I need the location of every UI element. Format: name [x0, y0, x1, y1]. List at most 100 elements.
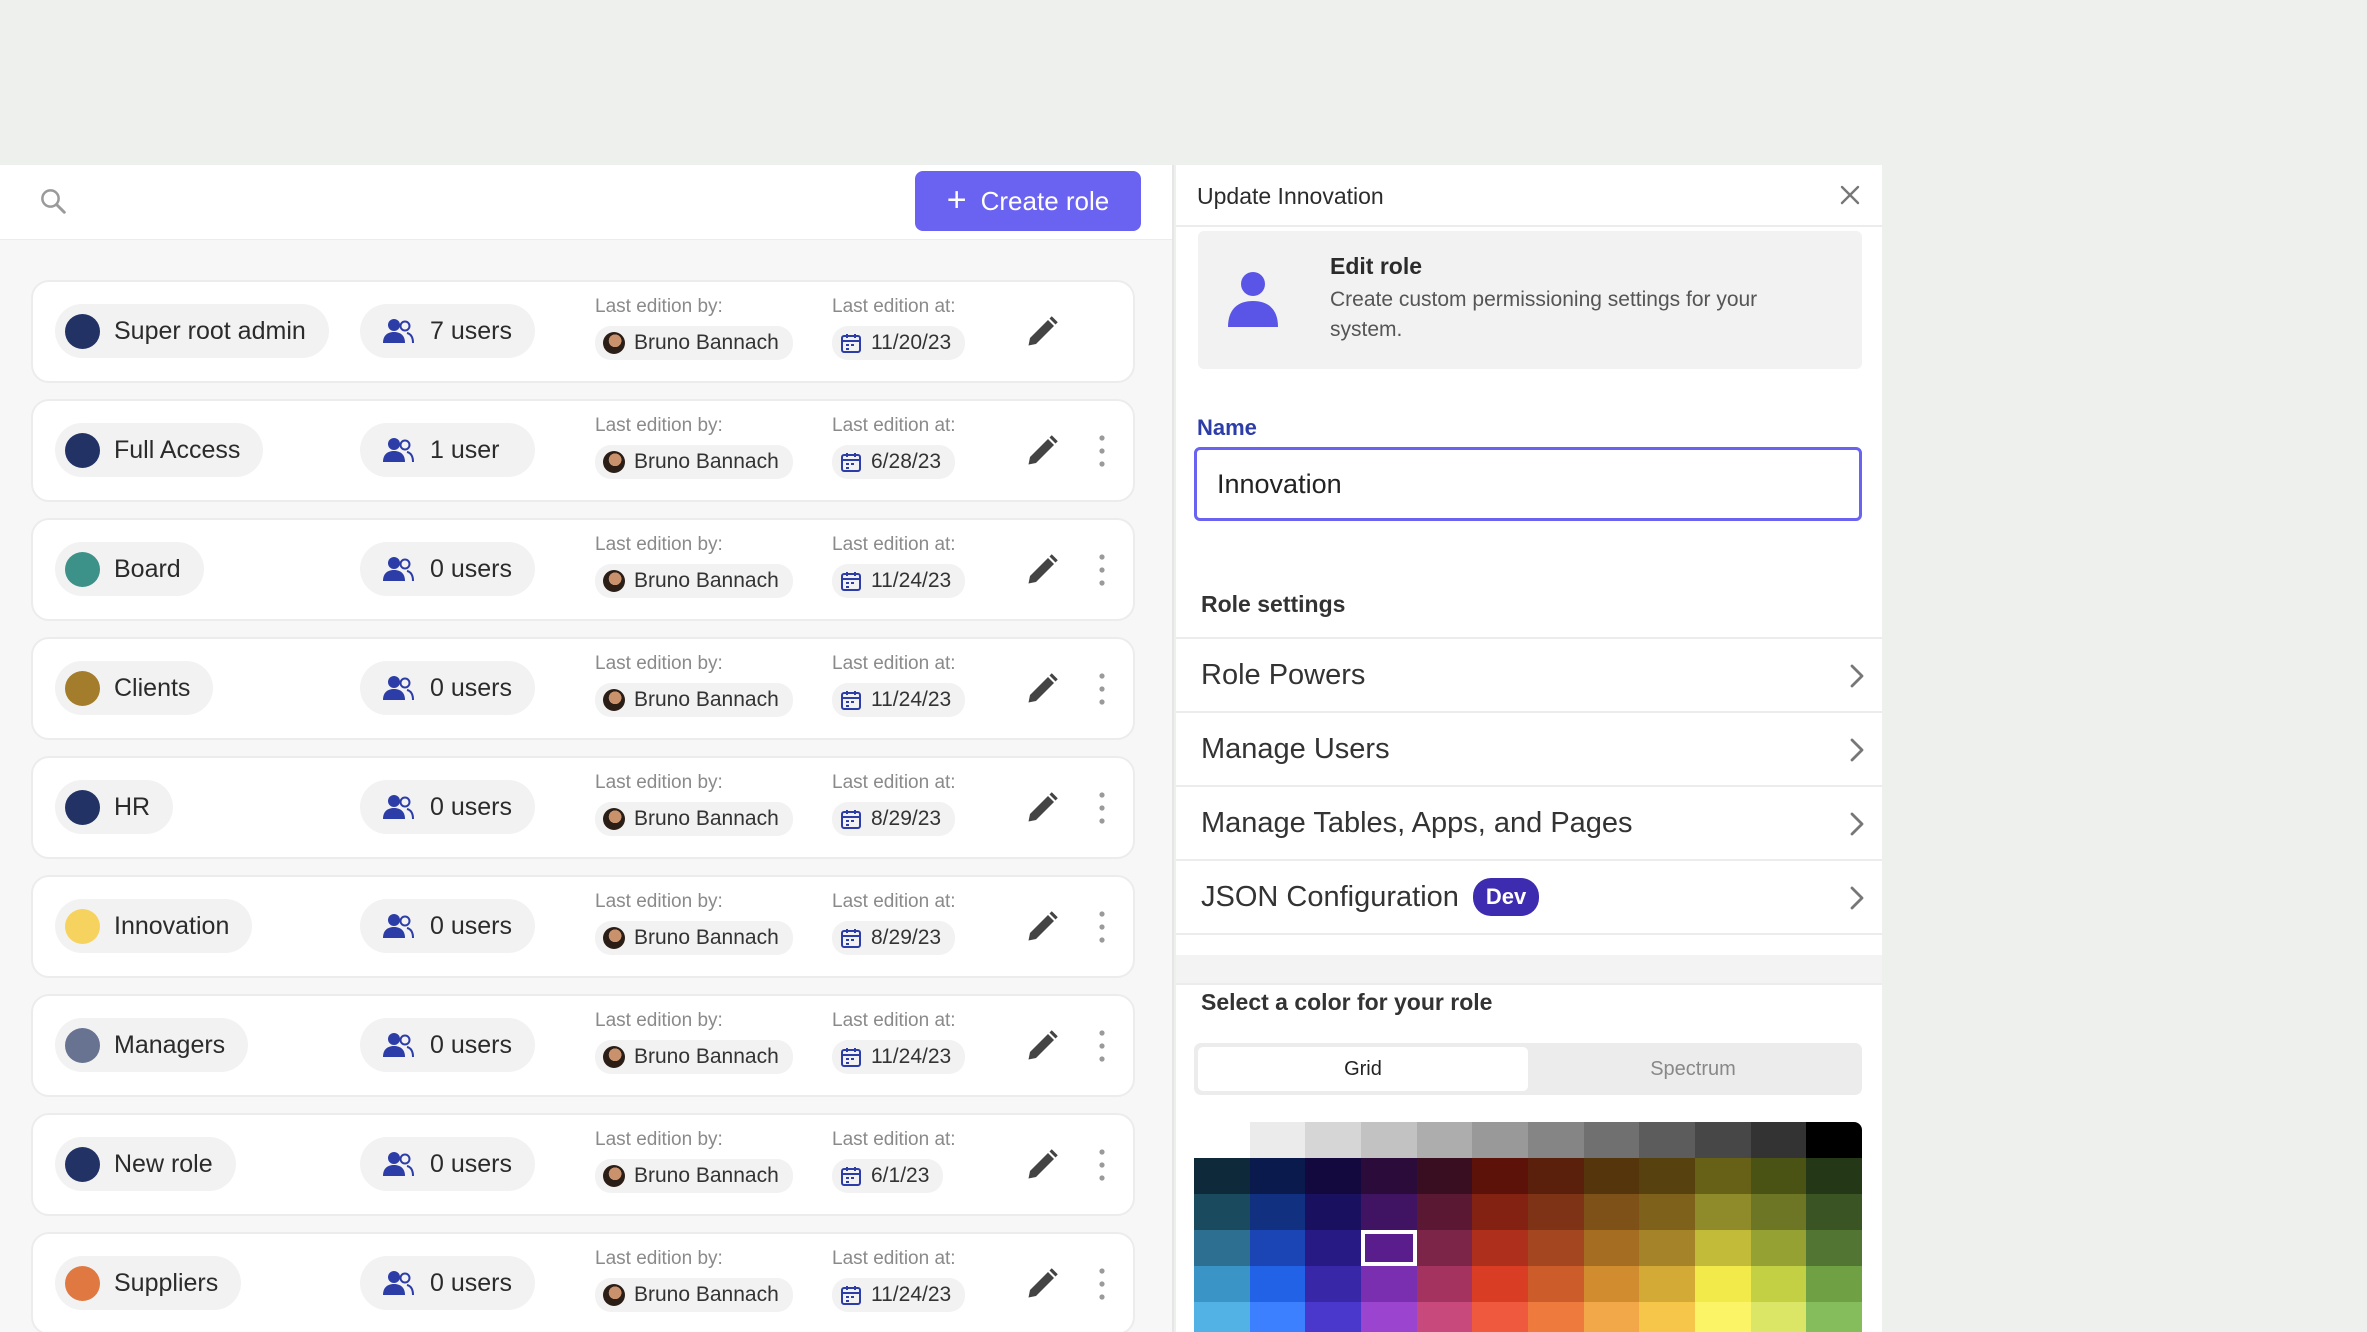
role-row[interactable]: Innovation 0 users Last edition by: Bruno B…	[31, 875, 1135, 978]
edit-icon[interactable]	[1024, 1028, 1060, 1064]
users-count-pill[interactable]: 0 users	[360, 780, 535, 834]
edit-icon[interactable]	[1024, 1266, 1060, 1302]
more-options-icon[interactable]	[1097, 671, 1107, 707]
color-swatch[interactable]	[1528, 1158, 1584, 1194]
more-options-icon[interactable]	[1097, 433, 1107, 469]
color-swatch[interactable]	[1361, 1158, 1417, 1194]
color-swatch[interactable]	[1528, 1266, 1584, 1302]
color-swatch[interactable]	[1194, 1266, 1250, 1302]
edit-icon[interactable]	[1024, 671, 1060, 707]
color-swatch[interactable]	[1249, 1266, 1306, 1302]
edit-icon[interactable]	[1024, 790, 1060, 826]
users-count-pill[interactable]: 0 users	[360, 1256, 535, 1310]
color-swatch[interactable]	[1528, 1230, 1584, 1266]
color-swatch[interactable]	[1806, 1266, 1862, 1302]
color-swatch[interactable]	[1305, 1266, 1361, 1302]
edit-icon[interactable]	[1024, 433, 1060, 469]
color-swatch[interactable]	[1249, 1302, 1306, 1332]
role-name-pill[interactable]: Innovation	[55, 899, 253, 953]
color-swatch[interactable]	[1750, 1194, 1807, 1230]
color-swatch[interactable]	[1695, 1158, 1751, 1194]
color-swatch[interactable]	[1361, 1122, 1417, 1158]
color-swatch[interactable]	[1806, 1158, 1862, 1194]
role-name-pill[interactable]: Suppliers	[55, 1256, 242, 1310]
role-name-pill[interactable]: Managers	[55, 1018, 249, 1072]
tab-spectrum[interactable]: Spectrum	[1528, 1047, 1858, 1091]
color-swatch[interactable]	[1583, 1302, 1640, 1332]
color-swatch[interactable]	[1695, 1230, 1751, 1266]
color-swatch[interactable]	[1695, 1266, 1751, 1302]
color-swatch[interactable]	[1472, 1122, 1528, 1158]
color-swatch[interactable]	[1639, 1122, 1695, 1158]
color-swatch[interactable]	[1639, 1158, 1695, 1194]
users-count-pill[interactable]: 7 users	[360, 304, 535, 358]
color-swatch[interactable]	[1472, 1266, 1528, 1302]
role-name-pill[interactable]: New role	[55, 1137, 236, 1191]
color-swatch[interactable]	[1639, 1194, 1695, 1230]
setting-row[interactable]: Manage Users	[1176, 713, 1882, 787]
color-swatch[interactable]	[1695, 1194, 1751, 1230]
color-swatch[interactable]	[1361, 1194, 1417, 1230]
color-swatch[interactable]	[1361, 1230, 1417, 1266]
users-count-pill[interactable]: 0 users	[360, 899, 535, 953]
color-swatch[interactable]	[1305, 1302, 1361, 1332]
role-name-pill[interactable]: Full Access	[55, 423, 264, 477]
color-swatch[interactable]	[1528, 1194, 1584, 1230]
color-swatch[interactable]	[1472, 1194, 1528, 1230]
role-name-pill[interactable]: Clients	[55, 661, 214, 715]
color-swatch[interactable]	[1806, 1302, 1862, 1332]
role-row[interactable]: Board 0 users Last edition by: Bruno Bannac…	[31, 518, 1135, 621]
users-count-pill[interactable]: 0 users	[360, 1018, 535, 1072]
users-count-pill[interactable]: 0 users	[360, 1137, 535, 1191]
color-swatch[interactable]	[1305, 1158, 1361, 1194]
color-swatch[interactable]	[1750, 1122, 1807, 1158]
users-count-pill[interactable]: 0 users	[360, 542, 535, 596]
color-swatch[interactable]	[1416, 1158, 1473, 1194]
users-count-pill[interactable]: 1 user	[360, 423, 535, 477]
color-swatch[interactable]	[1583, 1122, 1640, 1158]
color-swatch[interactable]	[1416, 1230, 1473, 1266]
color-swatch[interactable]	[1194, 1230, 1250, 1266]
color-swatch[interactable]	[1639, 1302, 1695, 1332]
color-swatch[interactable]	[1750, 1266, 1807, 1302]
role-row[interactable]: Managers 0 users Last edition by: Bruno Ban…	[31, 994, 1135, 1097]
color-swatch[interactable]	[1305, 1122, 1361, 1158]
color-swatch[interactable]	[1361, 1266, 1417, 1302]
close-icon[interactable]	[1838, 183, 1862, 207]
color-swatch[interactable]	[1472, 1230, 1528, 1266]
color-swatch[interactable]	[1416, 1194, 1473, 1230]
color-swatch[interactable]	[1806, 1230, 1862, 1266]
color-swatch[interactable]	[1194, 1194, 1250, 1230]
more-options-icon[interactable]	[1097, 1266, 1107, 1302]
color-swatch[interactable]	[1194, 1302, 1250, 1332]
tab-grid[interactable]: Grid	[1198, 1047, 1528, 1091]
color-swatch[interactable]	[1194, 1158, 1250, 1194]
role-row[interactable]: Clients 0 users Last edition by: Bruno Bann…	[31, 637, 1135, 740]
color-swatch[interactable]	[1249, 1230, 1306, 1266]
color-swatch[interactable]	[1416, 1266, 1473, 1302]
role-name-pill[interactable]: HR	[55, 780, 174, 834]
role-name-input[interactable]	[1194, 447, 1862, 521]
more-options-icon[interactable]	[1097, 1147, 1107, 1183]
edit-icon[interactable]	[1024, 552, 1060, 588]
role-row[interactable]: Suppliers 0 users Last edition by: Bruno Ba…	[31, 1232, 1135, 1332]
color-swatch[interactable]	[1305, 1194, 1361, 1230]
setting-row[interactable]: JSON Configuration Dev	[1176, 861, 1882, 935]
color-swatch[interactable]	[1472, 1158, 1528, 1194]
create-role-button[interactable]: + Create role	[915, 171, 1141, 231]
role-row[interactable]: New role 0 users Last edition by: Bruno Ban…	[31, 1113, 1135, 1216]
color-swatch[interactable]	[1249, 1158, 1306, 1194]
edit-icon[interactable]	[1024, 314, 1060, 350]
more-options-icon[interactable]	[1097, 790, 1107, 826]
role-row[interactable]: Super root admin 7 users Last edition by: B…	[31, 280, 1135, 383]
color-swatch[interactable]	[1695, 1122, 1751, 1158]
edit-icon[interactable]	[1024, 909, 1060, 945]
role-name-pill[interactable]: Super root admin	[55, 304, 329, 358]
color-swatch[interactable]	[1361, 1302, 1417, 1332]
color-swatch[interactable]	[1639, 1266, 1695, 1302]
color-swatch[interactable]	[1194, 1122, 1250, 1158]
color-swatch[interactable]	[1583, 1158, 1640, 1194]
color-swatch[interactable]	[1750, 1158, 1807, 1194]
color-swatch[interactable]	[1305, 1230, 1361, 1266]
setting-row[interactable]: Role Powers	[1176, 639, 1882, 713]
